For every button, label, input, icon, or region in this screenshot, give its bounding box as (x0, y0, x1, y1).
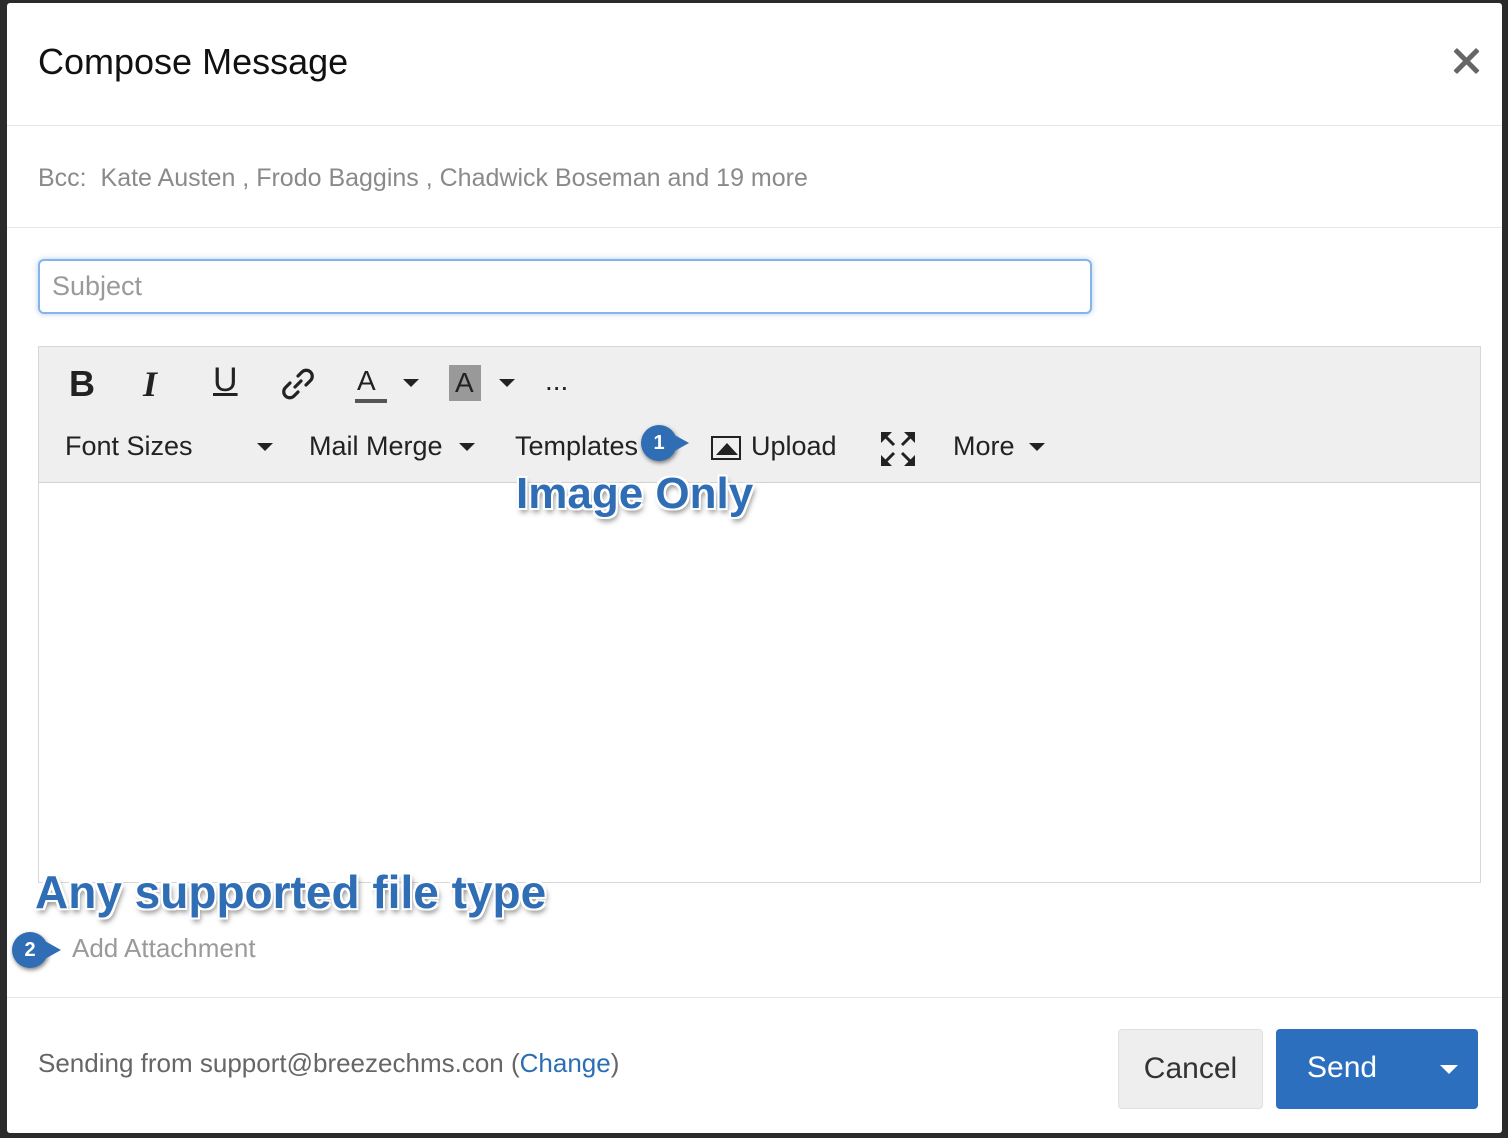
image-icon[interactable] (711, 436, 741, 460)
text-color-bar (355, 399, 387, 403)
upload-button[interactable]: Upload (751, 431, 837, 462)
italic-button[interactable]: I (143, 363, 157, 405)
caret-down-icon[interactable] (459, 443, 475, 451)
text-color-glyph: A (357, 365, 376, 396)
subject-input[interactable] (38, 259, 1092, 314)
templates-button[interactable]: Templates (515, 431, 638, 462)
mail-merge-dropdown[interactable]: Mail Merge (309, 431, 443, 462)
caret-down-icon (403, 379, 419, 387)
bcc-line: Bcc: Kate Austen , Frodo Baggins , Chadw… (38, 164, 808, 193)
annotation-pointer-1 (671, 433, 689, 453)
dialog-header: Compose Message (7, 3, 1502, 126)
caret-down-icon (1440, 1065, 1458, 1074)
bcc-section: Bcc: Kate Austen , Frodo Baggins , Chadw… (7, 126, 1502, 228)
background-color-button[interactable]: A (449, 365, 519, 405)
font-sizes-dropdown[interactable]: Font Sizes (65, 431, 193, 462)
compose-dialog: Compose Message Bcc: Kate Austen , Frodo… (7, 3, 1502, 1133)
underline-button[interactable]: U (213, 361, 238, 400)
bold-button[interactable]: B (69, 363, 95, 405)
close-icon[interactable] (1452, 47, 1480, 75)
sending-from-text: Sending from support@breezechms.con (Cha… (38, 1048, 619, 1079)
sending-from-suffix: ) (610, 1048, 620, 1078)
more-dropdown[interactable]: More (953, 431, 1015, 462)
editor-toolbar: B I U A A ... Font Sizes Mail Merge Temp… (39, 347, 1480, 483)
caret-down-icon (499, 379, 515, 387)
text-color-button[interactable]: A (355, 365, 425, 405)
annotation-text-image-only: Image Only (516, 469, 754, 518)
send-options-dropdown[interactable] (1424, 1029, 1478, 1109)
send-button[interactable]: Send (1276, 1029, 1478, 1109)
change-sender-link[interactable]: Change (520, 1048, 611, 1078)
link-icon[interactable] (279, 365, 317, 403)
dialog-footer: Sending from support@breezechms.con (Cha… (7, 997, 1502, 1133)
caret-down-icon[interactable] (257, 443, 273, 451)
sending-from-prefix: Sending from support@breezechms.con ( (38, 1048, 520, 1078)
cancel-button[interactable]: Cancel (1118, 1029, 1263, 1109)
editor-body[interactable] (39, 483, 1480, 882)
bcc-recipients[interactable]: Kate Austen , Frodo Baggins , Chadwick B… (101, 164, 808, 192)
annotation-text-file-type: Any supported file type (35, 866, 547, 918)
fullscreen-icon[interactable] (881, 432, 915, 466)
more-formatting-button[interactable]: ... (545, 365, 568, 397)
bcc-label: Bcc: (38, 164, 87, 192)
caret-down-icon[interactable] (1029, 443, 1045, 451)
dialog-title: Compose Message (38, 41, 349, 82)
rich-text-editor: B I U A A ... Font Sizes Mail Merge Temp… (38, 346, 1481, 883)
send-button-label: Send (1307, 1051, 1378, 1084)
annotation-pointer-2 (43, 940, 61, 960)
background-color-glyph: A (455, 367, 474, 398)
add-attachment-link[interactable]: Add Attachment (72, 933, 256, 964)
